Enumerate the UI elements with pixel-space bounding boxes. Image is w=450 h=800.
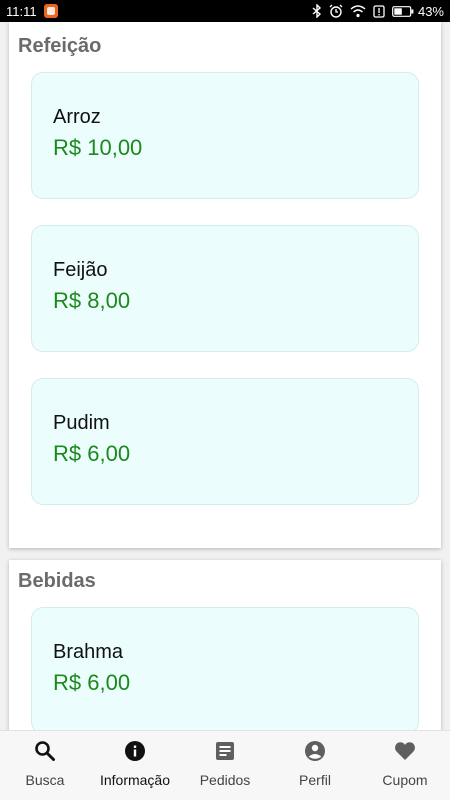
section-title: Bebidas <box>18 570 96 592</box>
app-notification-icon <box>43 4 58 18</box>
section-refeicao: Refeição Arroz R$ 10,00 Feijão R$ 8,00 P… <box>9 22 441 548</box>
nav-label: Cupom <box>382 772 428 788</box>
menu-item-name: Feijão <box>53 259 108 281</box>
menu-item-price: R$ 10,00 <box>53 135 143 160</box>
bottom-navigation: Busca Informação Pedidos Perfil Cupom <box>0 730 450 800</box>
nav-busca[interactable]: Busca <box>0 731 90 800</box>
menu-item-card[interactable]: Pudim R$ 6,00 <box>31 378 419 505</box>
status-icons: 43% <box>312 4 444 19</box>
nav-label: Informação <box>99 772 171 788</box>
battery-percent: 43% <box>417 3 444 19</box>
nav-label: Pedidos <box>199 772 251 788</box>
menu-item-name: Brahma <box>53 641 124 663</box>
search-icon <box>35 741 55 761</box>
menu-item-price: R$ 6,00 <box>53 441 131 466</box>
wifi-icon <box>350 4 366 17</box>
receipt-icon <box>216 742 234 760</box>
heart-icon <box>395 742 415 760</box>
menu-item-card[interactable]: Feijão R$ 8,00 <box>31 225 419 352</box>
menu-item-price: R$ 8,00 <box>53 288 131 313</box>
menu-item-name: Pudim <box>53 412 110 434</box>
status-time: 11:11 <box>6 3 37 19</box>
menu-scroll-area[interactable]: Refeição Arroz R$ 10,00 Feijão R$ 8,00 P… <box>0 22 450 730</box>
bluetooth-icon <box>312 4 321 18</box>
nav-perfil[interactable]: Perfil <box>270 731 360 800</box>
menu-item-card[interactable]: Arroz R$ 10,00 <box>31 72 419 199</box>
person-icon <box>305 741 325 761</box>
menu-item-name: Arroz <box>53 106 101 128</box>
nav-label: Busca <box>25 772 65 788</box>
menu-item-price: R$ 6,00 <box>53 670 131 695</box>
nav-informacao[interactable]: Informação <box>90 731 180 800</box>
battery-indicator: 43% <box>392 4 444 19</box>
nav-label: Perfil <box>299 772 331 788</box>
status-bar: 11:11 43% <box>0 0 450 22</box>
battery-icon <box>392 5 414 17</box>
alarm-icon <box>329 4 343 18</box>
alert-icon <box>373 4 385 18</box>
section-title: Refeição <box>18 35 102 57</box>
section-bebidas: Bebidas Brahma R$ 6,00 <box>9 560 441 730</box>
nav-pedidos[interactable]: Pedidos <box>180 731 270 800</box>
menu-item-card[interactable]: Brahma R$ 6,00 <box>31 607 419 730</box>
info-icon <box>125 741 145 761</box>
nav-cupom[interactable]: Cupom <box>360 731 450 800</box>
